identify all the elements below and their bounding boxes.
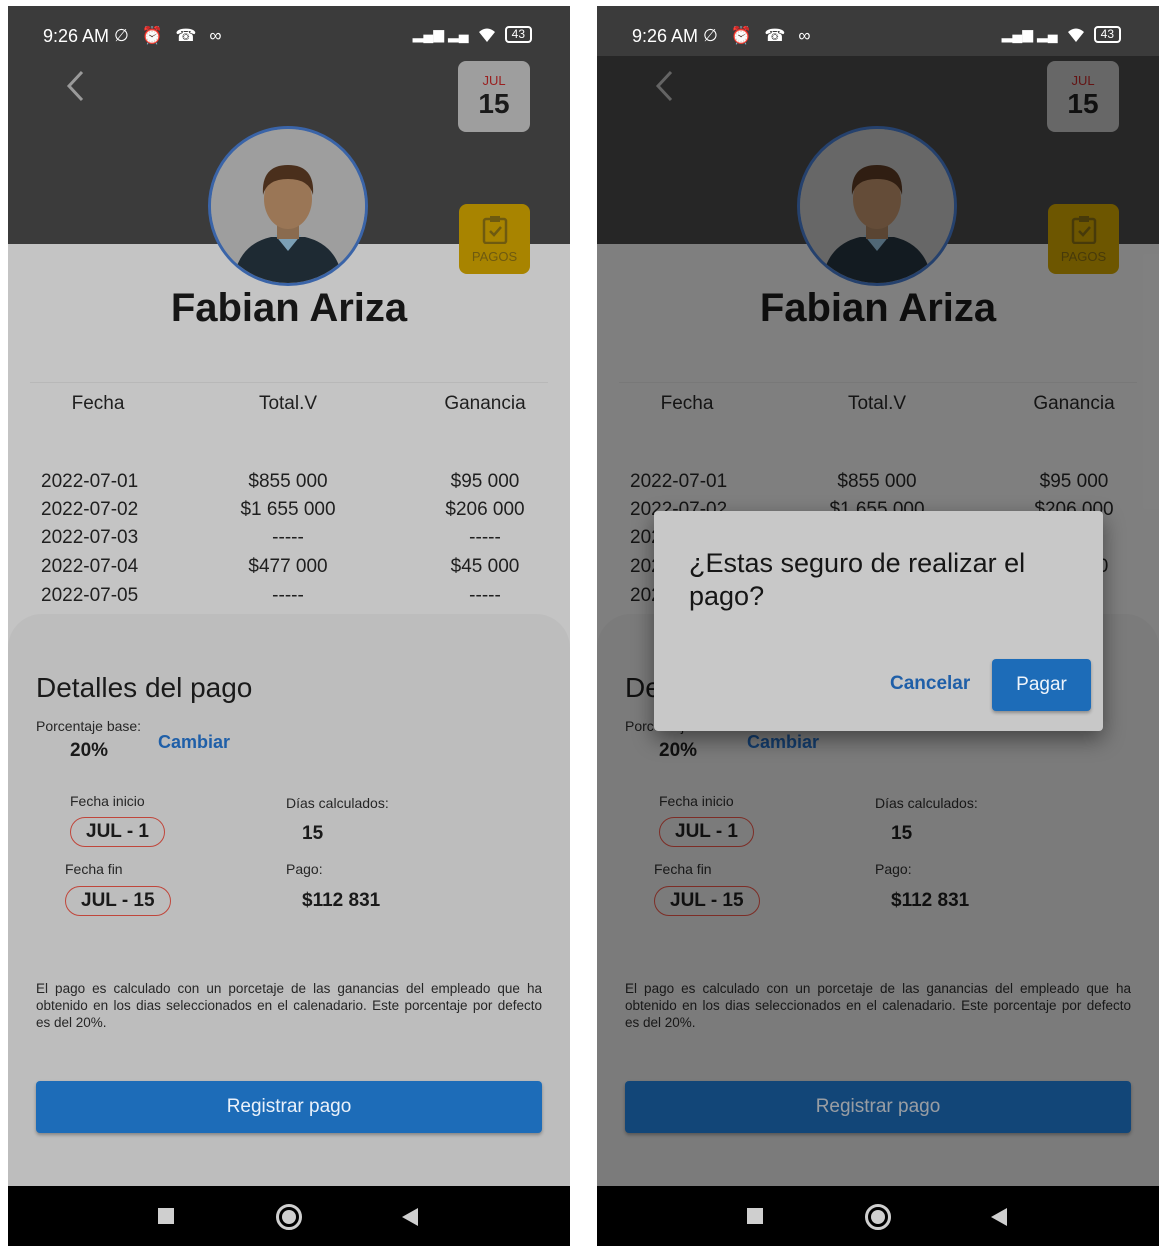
chevron-left-icon [66,70,84,102]
payment-details-sheet: Detalles del pago Porcentaje base: 20% C… [8,614,570,1194]
recents-icon[interactable] [158,1208,174,1224]
base-percentage-label: Porcentaje base: [36,718,142,734]
calendar-day: 15 [478,88,510,119]
row-total: $1 655 000 [240,499,336,520]
table-row[interactable]: 2022-07-02 $1 655 000 $206 000 [8,499,570,527]
column-header-total: Total.V [258,393,318,414]
status-right: ▂▄▆ ▂▄ 43 [413,26,532,43]
calendar-month: JUL [482,73,506,88]
row-total: $855 000 [248,471,328,492]
status-bar: 9:26 AM ∅ ⏰ ☎ ∞ ▂▄▆ ▂▄ 43 [8,6,570,56]
screen-confirm-dialog: 9:26 AM ∅ ⏰ ☎ ∞ ▂▄▆ ▂▄ 43 JUL 15 PAGOS F… [597,6,1159,1246]
row-ganancia: $95 000 [450,471,520,492]
end-date-label: Fecha fin [65,861,123,877]
row-ganancia: $45 000 [450,556,520,577]
wifi-icon [478,28,495,42]
status-time: 9:26 AM [632,26,699,46]
status-right: ▂▄▆ ▂▄ 43 [1002,26,1121,43]
start-date-label: Fecha inicio [70,793,145,809]
payment-note: El pago es calculado con un porcetaje de… [36,981,542,1030]
row-ganancia: $206 000 [445,499,525,520]
row-fecha: 2022-07-02 [41,499,139,520]
row-fecha: 2022-07-05 [41,585,139,606]
sheet-title: Detalles del pago [36,672,253,703]
change-percentage-link[interactable]: Cambiar [158,732,230,753]
status-time: 9:26 AM [43,26,110,46]
row-fecha: 2022-07-04 [41,556,139,577]
end-date-chip[interactable]: JUL - 15 [65,886,171,916]
calendar-button[interactable]: JUL 15 [458,61,530,132]
pagos-button[interactable]: PAGOS [459,204,530,274]
dialog-title: ¿Estas seguro de realizar el pago? [689,548,1026,611]
pay-button[interactable]: Pagar [992,659,1091,711]
notification-icons: ∅ ⏰ ☎ ∞ [703,26,815,45]
confirm-payment-dialog: ¿Estas seguro de realizar el pago? Cance… [654,511,1103,731]
pay-label: Pago: [286,861,323,877]
signal-icon: ▂▄▆ ▂▄ [412,26,469,42]
status-bar: 9:26 AM ∅ ⏰ ☎ ∞ ▂▄▆ ▂▄ 43 [597,6,1159,56]
cancel-button[interactable]: Cancelar [890,673,970,695]
start-date-chip[interactable]: JUL - 1 [70,817,166,847]
home-icon[interactable] [276,1204,302,1230]
battery-icon: 43 [1093,26,1121,43]
days-label: Días calculados: [286,795,389,811]
table-row[interactable]: 2022-07-04 $477 000 $45 000 [8,556,570,584]
back-triangle-icon[interactable] [991,1208,1007,1226]
row-fecha: 2022-07-01 [41,471,139,492]
signal-icon: ▂▄▆ ▂▄ [1001,26,1058,42]
row-total: ----- [272,585,304,606]
back-triangle-icon[interactable] [402,1208,418,1226]
row-ganancia: ----- [469,527,501,548]
column-header-ganancia: Ganancia [444,393,526,414]
row-ganancia: ----- [469,585,501,606]
screen-payment-details: 9:26 AM ∅ ⏰ ☎ ∞ ▂▄▆ ▂▄ 43 JUL 15 PAGOS F… [8,6,570,1246]
register-payment-button[interactable]: Registrar pago [36,1081,542,1133]
system-nav-bar [8,1186,570,1246]
pay-value: $112 831 [302,890,381,911]
column-header-fecha: Fecha [71,393,125,414]
battery-icon: 43 [504,26,532,43]
user-avatar-icon [211,129,365,283]
row-fecha: 2022-07-03 [41,527,139,548]
table-row[interactable]: 2022-07-01 $855 000 $95 000 [8,471,570,499]
row-total: $477 000 [248,556,328,577]
days-value: 15 [302,823,324,844]
table-divider [30,382,548,383]
base-percentage-value: 20% [70,740,109,761]
pagos-label: PAGOS [471,249,518,264]
system-nav-bar [597,1186,1159,1246]
table-row[interactable]: 2022-07-03 ----- ----- [8,527,570,555]
row-total: ----- [272,527,304,548]
table-row[interactable]: 2022-07-05 ----- ----- [8,585,570,613]
home-icon[interactable] [865,1204,891,1230]
clipboard-check-icon [482,216,507,245]
wifi-icon [1067,28,1084,42]
employee-name: Fabian Ariza [170,286,408,330]
recents-icon[interactable] [747,1208,763,1224]
back-button[interactable] [60,66,94,106]
avatar [208,126,368,286]
notification-icons: ∅ ⏰ ☎ ∞ [114,26,226,45]
